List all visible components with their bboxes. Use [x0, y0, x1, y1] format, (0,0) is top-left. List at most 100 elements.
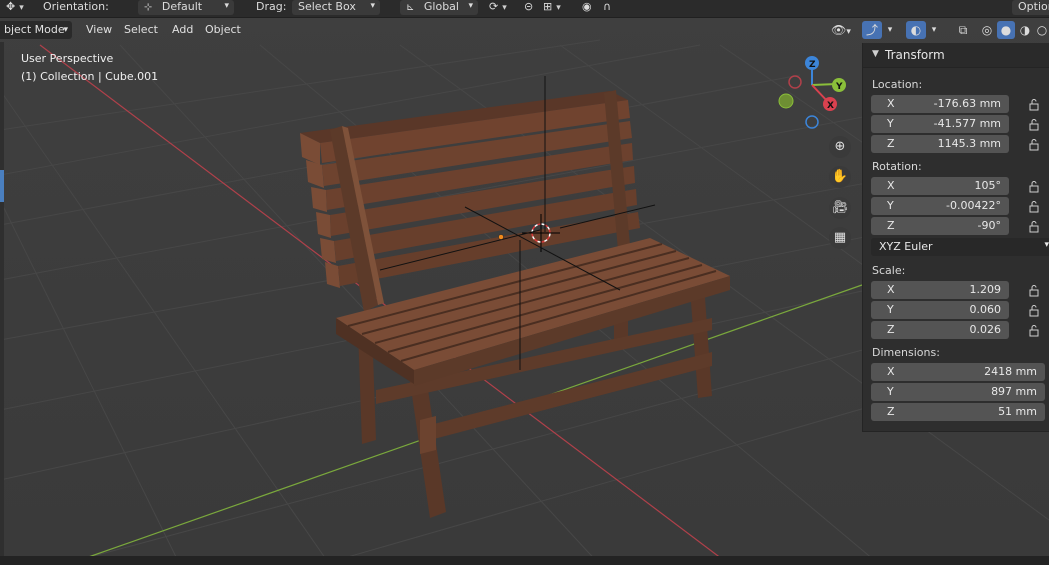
perspective-grid-icon[interactable]: ▦ — [829, 227, 851, 249]
scale-label: Scale: — [872, 264, 906, 277]
zoom-icon[interactable]: ⊕ — [829, 136, 851, 158]
axis-label: Y — [887, 117, 894, 130]
location-y-field[interactable]: Y -41.577 mm — [871, 115, 1009, 133]
transform-panel: ▼ Transform Location: X -176.63 mm Y -41.5… — [862, 43, 1049, 432]
status-bar — [0, 556, 1049, 565]
rotation-z-field[interactable]: Z -90° — [871, 217, 1009, 235]
orientation-value: Default — [161, 0, 203, 13]
mode-dropdown[interactable]: bject Mode ▾ — [0, 21, 72, 39]
camera-view-icon[interactable]: 🎥︎ — [829, 197, 851, 219]
chevron-down-icon: ▾ — [63, 25, 68, 35]
chevron-down-icon: ▾ — [468, 1, 473, 11]
lock-icon[interactable] — [1027, 97, 1041, 111]
wireframe-shading-icon[interactable]: ◎ — [978, 21, 996, 39]
drag-value: Select Box — [298, 0, 356, 13]
transform-panel-header[interactable]: ▼ Transform — [863, 43, 1049, 68]
chevron-down-icon: ▾ — [370, 1, 375, 11]
transform-space-dropdown[interactable]: ⊾ Global ▾ — [400, 0, 478, 15]
material-shading-icon[interactable]: ◑ — [1016, 21, 1034, 39]
axis-label: Y — [887, 199, 894, 212]
visibility-icon[interactable]: 👁︎▾ — [826, 21, 856, 39]
rotation-label: Rotation: — [872, 160, 922, 173]
axis-label: Y — [887, 303, 894, 316]
orientation-label: Orientation: — [43, 0, 109, 13]
lock-icon[interactable] — [1027, 219, 1041, 233]
chevron-down-icon: ▾ — [1044, 240, 1049, 250]
orientation-dropdown[interactable]: ⊹ Default ▾ — [138, 0, 234, 15]
rotation-mode-value: XYZ Euler — [879, 240, 933, 253]
field-value: 105° — [974, 179, 1002, 192]
active-tool-indicator — [0, 170, 4, 202]
snap-increment-icon[interactable]: ⊞ ▾ — [543, 0, 561, 15]
overlays-dropdown-icon[interactable]: ▾ — [928, 21, 940, 39]
object-origin[interactable] — [498, 234, 504, 240]
add-menu[interactable]: Add — [166, 21, 199, 39]
lock-icon[interactable] — [1027, 303, 1041, 317]
rotation-mode-dropdown[interactable]: XYZ Euler ▾ — [871, 238, 1049, 256]
field-value: 1.209 — [969, 283, 1002, 296]
location-x-field[interactable]: X -176.63 mm — [871, 95, 1009, 113]
proportional-editing-icon[interactable]: ◉ — [582, 0, 592, 15]
scale-z-field[interactable]: Z 0.026 — [871, 321, 1009, 339]
active-collection-label: (1) Collection | Cube.001 — [21, 70, 159, 83]
location-z-field[interactable]: Z 1145.3 mm — [871, 135, 1009, 153]
orientation-icon: ⊹ — [144, 2, 153, 13]
transform-panel-title: Transform — [885, 48, 945, 62]
tool-settings-bar: ✥ ▾ Orientation: ⊹ Default ▾ Drag: Select… — [0, 0, 1049, 18]
dimensions-label: Dimensions: — [872, 346, 940, 359]
mode-value: bject Mode — [4, 23, 65, 36]
drag-dropdown[interactable]: Select Box ▾ — [292, 0, 380, 15]
select-menu[interactable]: Select — [118, 21, 164, 39]
drag-label: Drag: — [256, 0, 287, 13]
viewport-header: bject Mode ▾ View Select Add Object 👁︎▾ … — [0, 19, 1049, 41]
axis-label: Y — [887, 385, 894, 398]
gizmo-y-label: Y — [835, 82, 843, 92]
field-value: 1145.3 mm — [937, 137, 1001, 150]
global-axes-icon: ⊾ — [406, 2, 415, 13]
gizmo-neg-y[interactable] — [778, 93, 794, 109]
axis-label: Z — [887, 219, 895, 232]
field-value: -41.577 mm — [933, 117, 1001, 130]
lock-icon[interactable] — [1027, 199, 1041, 213]
overlays-toggle-icon[interactable]: ◐ — [906, 21, 926, 39]
lock-icon[interactable] — [1027, 137, 1041, 151]
scale-x-field[interactable]: X 1.209 — [871, 281, 1009, 299]
lock-icon[interactable] — [1027, 323, 1041, 337]
lock-icon[interactable] — [1027, 117, 1041, 131]
rendered-shading-icon[interactable]: ○ — [1035, 21, 1049, 39]
dimensions-z-field[interactable]: Z 51 mm — [871, 403, 1045, 421]
gizmo-toggle-icon[interactable]: ⤴ — [862, 21, 882, 39]
lock-icon[interactable] — [1027, 179, 1041, 193]
gizmo-x-label: X — [827, 101, 834, 111]
falloff-icon[interactable]: ∩ — [603, 0, 611, 15]
dimensions-x-field[interactable]: X 2418 mm — [871, 363, 1045, 381]
transform-space-value: Global — [423, 0, 459, 13]
axis-label: Z — [887, 323, 895, 336]
gizmo-dropdown-icon[interactable]: ▾ — [884, 21, 896, 39]
pivot-point-icon[interactable]: ⟳ ▾ — [489, 0, 507, 15]
lock-icon[interactable] — [1027, 283, 1041, 297]
gizmo-z-label: Z — [809, 60, 816, 70]
field-value: 897 mm — [991, 385, 1037, 398]
dimensions-y-field[interactable]: Y 897 mm — [871, 383, 1045, 401]
rotation-x-field[interactable]: X 105° — [871, 177, 1009, 195]
object-menu[interactable]: Object — [199, 21, 247, 39]
transform-pivot-icon[interactable]: ✥ ▾ — [6, 0, 24, 15]
snap-icon[interactable]: ⊝ — [524, 0, 533, 15]
xray-toggle-icon[interactable]: ⧉ — [953, 21, 973, 39]
pan-hand-icon[interactable]: ✋ — [829, 166, 851, 188]
toolbar-strip[interactable] — [0, 42, 4, 562]
chevron-down-icon: ▾ — [224, 1, 229, 11]
solid-shading-icon[interactable]: ● — [997, 21, 1015, 39]
field-value: -0.00422° — [946, 199, 1001, 212]
view-perspective-label: User Perspective — [21, 52, 114, 65]
collapse-triangle-icon: ▼ — [872, 49, 879, 59]
view-menu[interactable]: View — [80, 21, 118, 39]
axis-label: Z — [887, 405, 895, 418]
location-label: Location: — [872, 78, 923, 91]
rotation-y-field[interactable]: Y -0.00422° — [871, 197, 1009, 215]
axis-label: X — [887, 97, 895, 110]
scale-y-field[interactable]: Y 0.060 — [871, 301, 1009, 319]
field-value: 2418 mm — [984, 365, 1037, 378]
options-dropdown[interactable]: Option — [1012, 0, 1049, 15]
